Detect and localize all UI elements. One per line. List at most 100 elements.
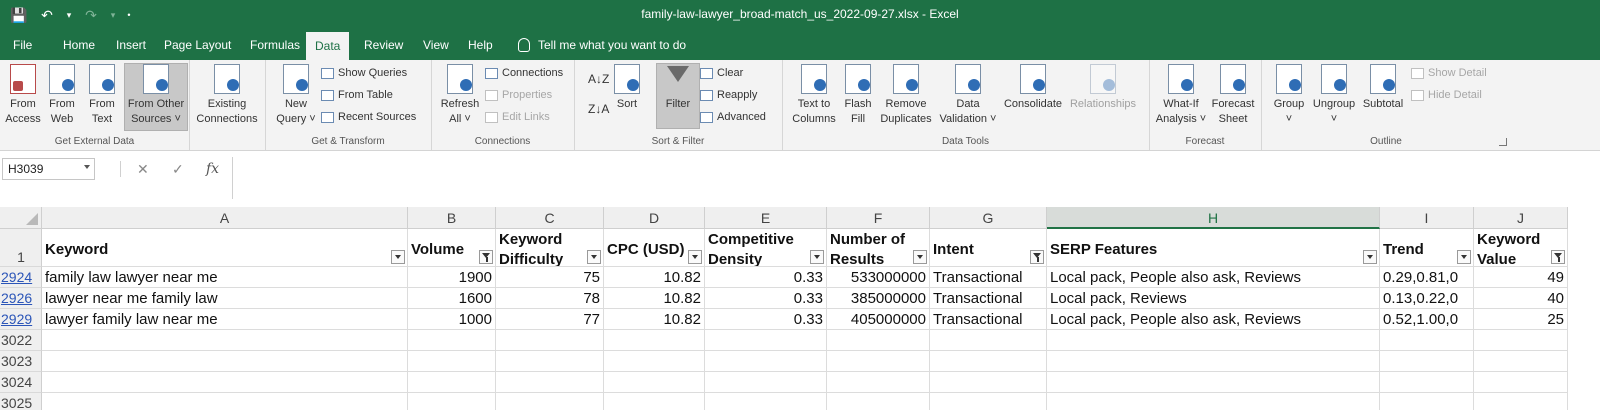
recent-sources-button[interactable]: Recent Sources: [321, 111, 416, 123]
empty-cell[interactable]: [42, 351, 408, 372]
empty-cell[interactable]: [705, 330, 827, 351]
table-cell[interactable]: 10.82: [604, 267, 705, 288]
empty-cell[interactable]: [42, 393, 408, 410]
empty-cell[interactable]: [604, 330, 705, 351]
tab-help[interactable]: Help: [459, 30, 502, 60]
filter-active-icon[interactable]: [479, 250, 493, 264]
refresh-all-button[interactable]: Refresh All ˅: [439, 64, 481, 127]
empty-cell[interactable]: [1474, 330, 1568, 351]
empty-cell[interactable]: [408, 372, 496, 393]
table-cell[interactable]: 77: [496, 309, 604, 330]
column-title-cell[interactable]: Competitive Density: [705, 229, 827, 267]
empty-cell[interactable]: [1047, 330, 1380, 351]
column-header-e[interactable]: E: [705, 207, 827, 229]
from-table-button[interactable]: From Table: [321, 89, 393, 101]
edit-links-button[interactable]: Edit Links: [485, 111, 550, 123]
row-header[interactable]: 3022: [0, 330, 42, 351]
table-cell[interactable]: 0.33: [705, 309, 827, 330]
column-title-cell[interactable]: Trend: [1380, 229, 1474, 267]
table-cell[interactable]: family law lawyer near me: [42, 267, 408, 288]
empty-cell[interactable]: [408, 330, 496, 351]
table-cell[interactable]: 1900: [408, 267, 496, 288]
tab-review[interactable]: Review: [355, 30, 412, 60]
column-header-f[interactable]: F: [827, 207, 930, 229]
table-cell[interactable]: 0.33: [705, 288, 827, 309]
empty-cell[interactable]: [1380, 330, 1474, 351]
empty-cell[interactable]: [42, 330, 408, 351]
table-cell[interactable]: 0.33: [705, 267, 827, 288]
empty-cell[interactable]: [408, 351, 496, 372]
empty-cell[interactable]: [496, 372, 604, 393]
sort-ascending-button[interactable]: A↓Z: [588, 72, 609, 86]
sort-button[interactable]: Sort: [612, 64, 642, 112]
filter-dropdown-icon[interactable]: [587, 250, 601, 264]
table-cell[interactable]: Transactional: [930, 267, 1047, 288]
table-cell[interactable]: 0.52,1.00,0: [1380, 309, 1474, 330]
properties-button[interactable]: Properties: [485, 89, 552, 101]
filter-dropdown-icon[interactable]: [810, 250, 824, 264]
filter-dropdown-icon[interactable]: [1363, 250, 1377, 264]
table-cell[interactable]: 1600: [408, 288, 496, 309]
from-other-sources-button[interactable]: From Other Sources ˅: [124, 63, 188, 131]
subtotal-button[interactable]: Subtotal: [1359, 64, 1407, 112]
column-title-cell[interactable]: SERP Features: [1047, 229, 1380, 267]
empty-cell[interactable]: [1474, 372, 1568, 393]
filter-dropdown-icon[interactable]: [391, 250, 405, 264]
empty-cell[interactable]: [705, 393, 827, 410]
table-cell[interactable]: 405000000: [827, 309, 930, 330]
enter-icon[interactable]: ✓: [172, 157, 184, 181]
column-header-i[interactable]: I: [1380, 207, 1474, 229]
table-cell[interactable]: lawyer near me family law: [42, 288, 408, 309]
column-header-d[interactable]: D: [604, 207, 705, 229]
empty-cell[interactable]: [496, 351, 604, 372]
consolidate-button[interactable]: Consolidate: [1002, 64, 1064, 112]
table-cell[interactable]: 40: [1474, 288, 1568, 309]
name-box-dropdown-icon[interactable]: [84, 165, 90, 169]
table-cell[interactable]: 1000: [408, 309, 496, 330]
existing-connections-button[interactable]: Existing Connections: [195, 64, 259, 127]
table-cell[interactable]: Local pack, Reviews: [1047, 288, 1380, 309]
group-button[interactable]: Group ˅: [1271, 64, 1307, 127]
empty-cell[interactable]: [604, 351, 705, 372]
clear-filter-button[interactable]: Clear: [700, 67, 743, 79]
column-header-h[interactable]: H: [1047, 207, 1380, 229]
name-box[interactable]: H3039: [2, 158, 95, 180]
column-header-j[interactable]: J: [1474, 207, 1568, 229]
table-cell[interactable]: Transactional: [930, 288, 1047, 309]
tab-home[interactable]: Home: [54, 30, 104, 60]
table-cell[interactable]: 0.29,0.81,0: [1380, 267, 1474, 288]
empty-cell[interactable]: [496, 393, 604, 410]
empty-cell[interactable]: [604, 372, 705, 393]
empty-cell[interactable]: [1474, 393, 1568, 410]
empty-cell[interactable]: [1047, 372, 1380, 393]
empty-cell[interactable]: [930, 330, 1047, 351]
column-title-cell[interactable]: Keyword Value: [1474, 229, 1568, 267]
insert-function-icon[interactable]: fx: [206, 157, 219, 181]
empty-cell[interactable]: [408, 393, 496, 410]
formula-input[interactable]: [232, 157, 1600, 199]
table-cell[interactable]: 533000000: [827, 267, 930, 288]
column-header-a[interactable]: A: [42, 207, 408, 229]
forecast-sheet-button[interactable]: Forecast Sheet: [1209, 64, 1257, 127]
row-header[interactable]: 3024: [0, 372, 42, 393]
table-cell[interactable]: 385000000: [827, 288, 930, 309]
empty-cell[interactable]: [1047, 351, 1380, 372]
tab-view[interactable]: View: [414, 30, 458, 60]
table-cell[interactable]: 10.82: [604, 309, 705, 330]
table-cell[interactable]: lawyer family law near me: [42, 309, 408, 330]
filter-button[interactable]: Filter: [656, 63, 700, 129]
empty-cell[interactable]: [930, 372, 1047, 393]
column-title-cell[interactable]: Number of Results: [827, 229, 930, 267]
from-access-button[interactable]: From Access: [5, 64, 41, 127]
row-header[interactable]: 2926: [0, 288, 42, 309]
from-web-button[interactable]: From Web: [44, 64, 80, 127]
sort-descending-button[interactable]: Z↓A: [588, 102, 609, 116]
relationships-button[interactable]: Relationships: [1068, 64, 1138, 112]
empty-cell[interactable]: [496, 330, 604, 351]
advanced-filter-button[interactable]: Advanced: [700, 111, 766, 123]
table-cell[interactable]: Transactional: [930, 309, 1047, 330]
column-header-g[interactable]: G: [930, 207, 1047, 229]
empty-cell[interactable]: [1047, 393, 1380, 410]
row-header[interactable]: 2929: [0, 309, 42, 330]
row-header[interactable]: 1: [0, 229, 42, 267]
